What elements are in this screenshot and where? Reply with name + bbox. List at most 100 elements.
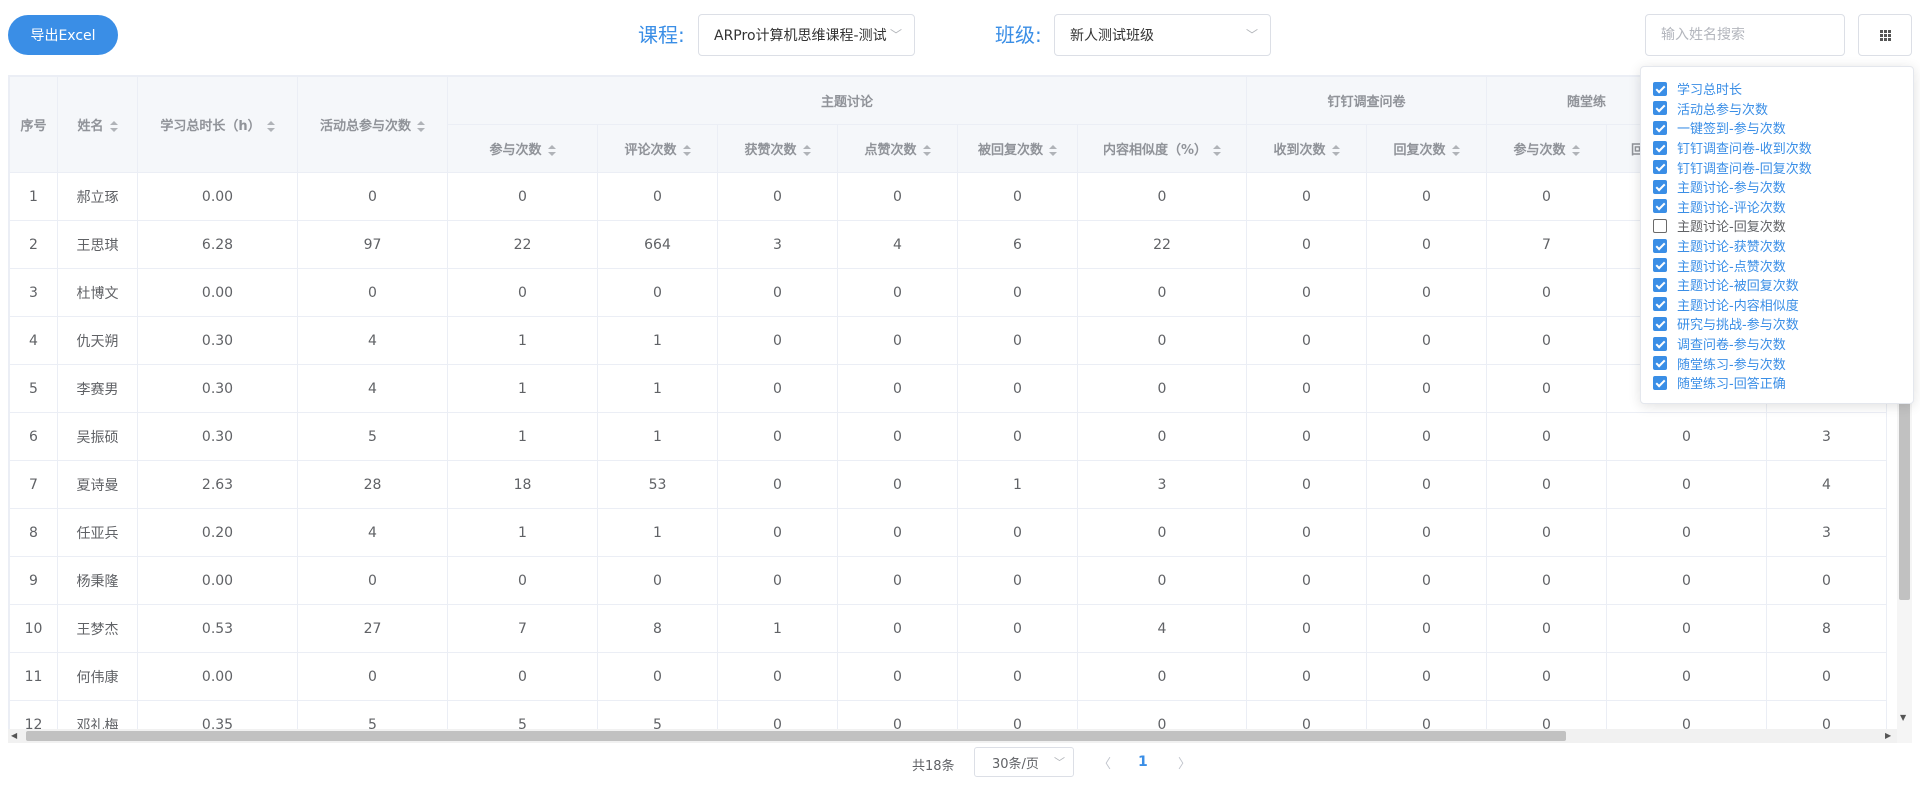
sort-icon[interactable] (1213, 144, 1222, 157)
table-cell: 0 (1077, 268, 1247, 317)
column-option[interactable]: 主题讨论-回复次数 (1653, 216, 1913, 236)
checkbox-checked-icon[interactable] (1653, 199, 1667, 214)
column-settings-button[interactable] (1858, 14, 1912, 56)
column-option[interactable]: 调查问卷-参与次数 (1653, 334, 1913, 354)
column-option[interactable]: 研究与挑战-参与次数 (1653, 314, 1913, 334)
table-cell: 0 (957, 652, 1078, 701)
table-row: 5李赛男0.30411000000000 (9, 364, 1887, 413)
sort-icon[interactable] (109, 120, 118, 133)
sort-icon[interactable] (1451, 144, 1460, 157)
header-name[interactable]: 姓名 (57, 76, 138, 173)
checkbox-checked-icon[interactable] (1653, 356, 1667, 371)
table-row: 9 杨秉隆 0.00 0 0 0 0 0 0 0 0 0 0 0 0 (9, 556, 1887, 605)
checkbox-checked-icon[interactable] (1653, 297, 1667, 312)
table-cell: 0 (447, 652, 598, 701)
table-header: 序号 姓名 学习总时长（h） 活动总参与次数 主题讨论 钉钉调查问卷 随堂练 参… (9, 76, 1887, 173)
table-cell: 0 (1077, 364, 1247, 413)
column-option[interactable]: 随堂练习-回答正确 (1653, 373, 1913, 393)
sort-icon[interactable] (1571, 144, 1580, 157)
table-row: 2王思琪6.2897226643462200700 (9, 220, 1887, 269)
checkbox-checked-icon[interactable] (1653, 160, 1667, 175)
table-cell: 7 (1486, 220, 1607, 269)
header-sub-exercise-participate[interactable]: 参与次数 (1486, 124, 1607, 173)
horizontal-scrollbar[interactable]: ◀ ▶ (8, 729, 1897, 743)
sort-icon[interactable] (266, 120, 275, 133)
table-cell: 0 (1606, 652, 1767, 701)
scroll-left-icon[interactable]: ◀ (11, 731, 17, 740)
header-sub-likes-given[interactable]: 点赞次数 (837, 124, 958, 173)
next-page-icon[interactable]: 〉 (1178, 753, 1191, 772)
checkbox-checked-icon[interactable] (1653, 238, 1667, 253)
scroll-right-icon[interactable]: ▶ (1885, 731, 1891, 740)
sort-icon[interactable] (922, 144, 931, 157)
checkbox-checked-icon[interactable] (1653, 258, 1667, 273)
checkbox-checked-icon[interactable] (1653, 277, 1667, 292)
course-select[interactable]: ARPro计算机思维课程-测试 ﹀ (698, 14, 915, 56)
sort-icon[interactable] (802, 144, 811, 157)
table-body: 1郝立琢0.000000000000002王思琪6.28972266434622… (9, 172, 1887, 742)
table-cell: 0 (447, 556, 598, 605)
sort-icon[interactable] (682, 144, 691, 157)
checkbox-checked-icon[interactable] (1653, 179, 1667, 194)
checkbox-checked-icon[interactable] (1653, 316, 1667, 331)
page-number-current[interactable]: 1 (1138, 754, 1148, 770)
header-sub-participate[interactable]: 参与次数 (447, 124, 598, 173)
header-sub-received[interactable]: 收到次数 (1246, 124, 1367, 173)
column-option-label: 调查问卷-参与次数 (1677, 338, 1786, 354)
table-cell: 6 (9, 412, 58, 461)
column-option[interactable]: 主题讨论-被回复次数 (1653, 275, 1913, 295)
column-option[interactable]: 主题讨论-参与次数 (1653, 177, 1913, 197)
table-cell: 0 (1486, 460, 1607, 509)
sort-icon[interactable] (1049, 144, 1057, 157)
table-cell: 0 (1246, 268, 1367, 317)
table-row: 10 王梦杰 0.53 27 7 8 1 0 0 4 0 0 0 0 8 (9, 604, 1887, 653)
header-sub-similarity[interactable]: 内容相似度（%） (1077, 124, 1247, 173)
table-cell: 郝立琢 (57, 172, 138, 221)
column-option[interactable]: 主题讨论-内容相似度 (1653, 295, 1913, 315)
table-cell: 0 (837, 364, 958, 413)
header-activity-total[interactable]: 活动总参与次数 (297, 76, 448, 173)
class-select[interactable]: 新人测试班级 ﹀ (1054, 14, 1271, 56)
name-search-input[interactable] (1645, 14, 1845, 56)
table-cell: 0 (957, 604, 1078, 653)
export-excel-button[interactable]: 导出Excel (8, 15, 118, 55)
column-option[interactable]: 学习总时长 (1653, 79, 1913, 99)
table-cell: 0 (1486, 412, 1607, 461)
column-option[interactable]: 主题讨论-获赞次数 (1653, 236, 1913, 256)
column-option[interactable]: 随堂练习-参与次数 (1653, 353, 1913, 373)
checkbox-unchecked-icon[interactable] (1653, 218, 1667, 233)
scroll-down-icon[interactable]: ▼ (1900, 713, 1906, 722)
column-option[interactable]: 主题讨论-点赞次数 (1653, 255, 1913, 275)
table-cell: 0 (1246, 364, 1367, 413)
header-study-hours[interactable]: 学习总时长（h） (137, 76, 298, 173)
column-option[interactable]: 活动总参与次数 (1653, 99, 1913, 119)
checkbox-checked-icon[interactable] (1653, 375, 1667, 390)
sort-icon[interactable] (417, 120, 425, 133)
vertical-scroll-thumb[interactable] (1899, 390, 1910, 600)
horizontal-scroll-thumb[interactable] (26, 731, 1566, 741)
sort-icon[interactable] (1331, 144, 1340, 157)
header-sub-replies[interactable]: 回复次数 (1366, 124, 1487, 173)
checkbox-checked-icon[interactable] (1653, 101, 1667, 116)
table-cell: 4 (837, 220, 958, 269)
table-cell: 0.00 (137, 172, 298, 221)
table-cell: 1 (597, 364, 718, 413)
page-size-select[interactable]: 30条/页 ﹀ (974, 747, 1074, 777)
sort-icon[interactable] (547, 144, 556, 157)
checkbox-checked-icon[interactable] (1653, 81, 1667, 96)
column-option[interactable]: 主题讨论-评论次数 (1653, 197, 1913, 217)
checkbox-checked-icon[interactable] (1653, 140, 1667, 155)
column-option[interactable]: 钉钉调查问卷-收到次数 (1653, 138, 1913, 158)
table-cell: 吴振硕 (57, 412, 138, 461)
checkbox-checked-icon[interactable] (1653, 336, 1667, 351)
header-sub-likes-received[interactable]: 获赞次数 (717, 124, 838, 173)
column-option[interactable]: 钉钉调查问卷-回复次数 (1653, 157, 1913, 177)
checkbox-checked-icon[interactable] (1653, 120, 1667, 135)
prev-page-icon[interactable]: 〈 (1098, 753, 1111, 772)
table-cell: 4 (297, 508, 448, 557)
header-sub-replied[interactable]: 被回复次数 (957, 124, 1078, 173)
table-cell: 1 (597, 412, 718, 461)
table-cell: 11 (9, 652, 58, 701)
column-option[interactable]: 一键签到-参与次数 (1653, 118, 1913, 138)
header-sub-comments[interactable]: 评论次数 (597, 124, 718, 173)
